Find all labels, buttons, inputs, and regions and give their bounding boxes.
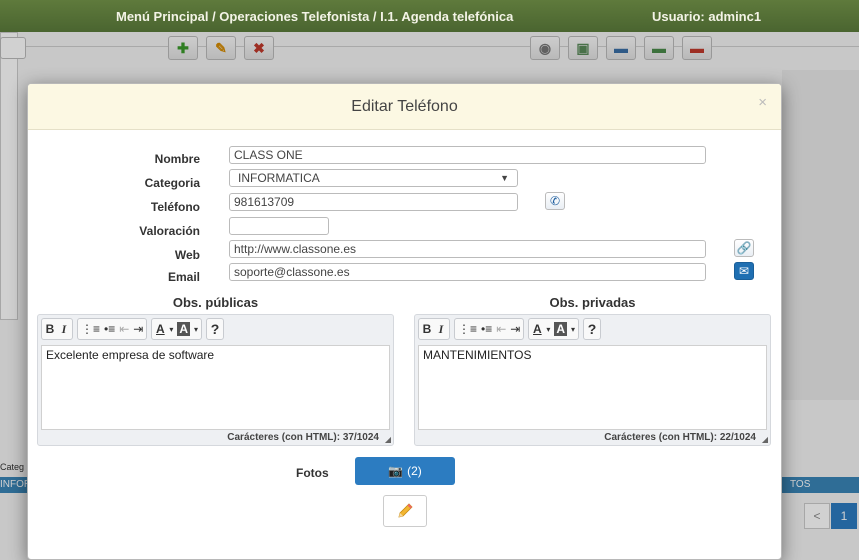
dropdown-caret-icon: ▼ — [500, 173, 509, 183]
editor-toolbar: B I ⋮≡ •≡ ⇤ ⇥ A ▾ A ▾ ? — [418, 318, 602, 342]
envelope-icon: ✉ — [738, 264, 750, 278]
help-group: ? — [583, 318, 602, 340]
call-button[interactable]: ✆ — [545, 192, 565, 210]
nombre-input[interactable]: CLASS ONE — [229, 146, 706, 164]
format-group: B I — [41, 318, 73, 340]
ordered-list-icon[interactable]: ⋮≡ — [81, 322, 100, 336]
background-color-icon[interactable]: A — [554, 322, 568, 336]
email-label: Email — [167, 270, 200, 284]
obs-publicas-char-count: Carácteres (con HTML): 37/1024 — [227, 432, 379, 443]
link-icon: 🔗 — [736, 241, 752, 255]
obs-publicas-title: Obs. públicas — [172, 295, 259, 310]
categoria-selected-value: INFORMATICA — [238, 171, 320, 185]
obs-privadas-title: Obs. privadas — [549, 295, 636, 310]
edit-phone-dialog: Editar Teléfono × Nombre CLASS ONE Categ… — [27, 83, 782, 560]
help-icon[interactable]: ? — [210, 321, 220, 337]
ordered-list-icon[interactable]: ⋮≡ — [458, 322, 477, 336]
phone-icon: ✆ — [549, 194, 561, 208]
obs-privadas-textarea[interactable]: MANTENIMIENTOS — [418, 345, 767, 430]
help-icon[interactable]: ? — [587, 321, 597, 337]
caret-down-icon: ▾ — [169, 324, 174, 334]
caret-down-icon: ▾ — [571, 324, 576, 334]
color-group: A ▾ A ▾ — [528, 318, 580, 340]
obs-privadas-char-count: Carácteres (con HTML): 22/1024 — [604, 432, 756, 443]
breadcrumb: Menú Principal / Operaciones Telefonista… — [116, 9, 514, 24]
top-navbar: Menú Principal / Operaciones Telefonista… — [0, 0, 859, 32]
unordered-list-icon[interactable]: •≡ — [104, 322, 115, 336]
font-color-icon[interactable]: A — [532, 322, 542, 336]
unordered-list-icon[interactable]: •≡ — [481, 322, 492, 336]
outdent-icon[interactable]: ⇤ — [119, 322, 129, 336]
resize-handle-icon[interactable]: ◢ — [762, 435, 768, 444]
italic-icon[interactable]: I — [59, 322, 69, 337]
categoria-label: Categoria — [144, 176, 200, 190]
fotos-button[interactable]: 📷 (2) — [355, 457, 455, 485]
obs-privadas-editor: B I ⋮≡ •≡ ⇤ ⇥ A ▾ A ▾ ? MANTENIMIENTOS Car… — [414, 314, 771, 446]
resize-handle-icon[interactable]: ◢ — [385, 435, 391, 444]
indent-icon[interactable]: ⇥ — [510, 322, 520, 336]
dialog-title: Editar Teléfono — [351, 98, 458, 115]
help-group: ? — [206, 318, 225, 340]
pencil-icon — [398, 503, 413, 518]
open-web-button[interactable]: 🔗 — [734, 239, 754, 257]
background-color-icon[interactable]: A — [177, 322, 191, 336]
nombre-label: Nombre — [154, 152, 200, 166]
web-label: Web — [174, 248, 200, 262]
caret-down-icon: ▾ — [546, 324, 551, 334]
web-input[interactable]: http://www.classone.es — [229, 240, 706, 258]
dialog-header: Editar Teléfono × — [28, 84, 781, 130]
bold-icon[interactable]: B — [45, 322, 55, 336]
categoria-select[interactable]: INFORMATICA ▼ — [229, 169, 518, 187]
valoracion-label: Valoración — [139, 224, 200, 238]
obs-publicas-textarea[interactable]: Excelente empresa de software — [41, 345, 390, 430]
close-icon[interactable]: × — [758, 94, 767, 111]
editor-toolbar: B I ⋮≡ •≡ ⇤ ⇥ A ▾ A ▾ ? — [41, 318, 225, 342]
user-label: Usuario: adminc1 — [652, 9, 762, 24]
font-color-icon[interactable]: A — [155, 322, 165, 336]
obs-publicas-editor: B I ⋮≡ •≡ ⇤ ⇥ A ▾ A ▾ ? Excelente empresa … — [37, 314, 394, 446]
valoracion-input[interactable] — [229, 217, 329, 235]
telefono-label: Teléfono — [150, 200, 200, 214]
fotos-label: Fotos — [296, 466, 329, 480]
fotos-count: (2) — [407, 464, 422, 478]
caret-down-icon: ▾ — [194, 324, 199, 334]
color-group: A ▾ A ▾ — [151, 318, 203, 340]
list-group: ⋮≡ •≡ ⇤ ⇥ — [454, 318, 525, 340]
telefono-input[interactable]: 981613709 — [229, 193, 518, 211]
email-input[interactable]: soporte@classone.es — [229, 263, 706, 281]
italic-icon[interactable]: I — [436, 322, 446, 337]
save-edit-button[interactable] — [383, 495, 427, 527]
bold-icon[interactable]: B — [422, 322, 432, 336]
indent-icon[interactable]: ⇥ — [133, 322, 143, 336]
camera-icon: 📷 — [388, 464, 404, 478]
outdent-icon[interactable]: ⇤ — [496, 322, 506, 336]
format-group: B I — [418, 318, 450, 340]
list-group: ⋮≡ •≡ ⇤ ⇥ — [77, 318, 148, 340]
send-email-button[interactable]: ✉ — [734, 262, 754, 280]
